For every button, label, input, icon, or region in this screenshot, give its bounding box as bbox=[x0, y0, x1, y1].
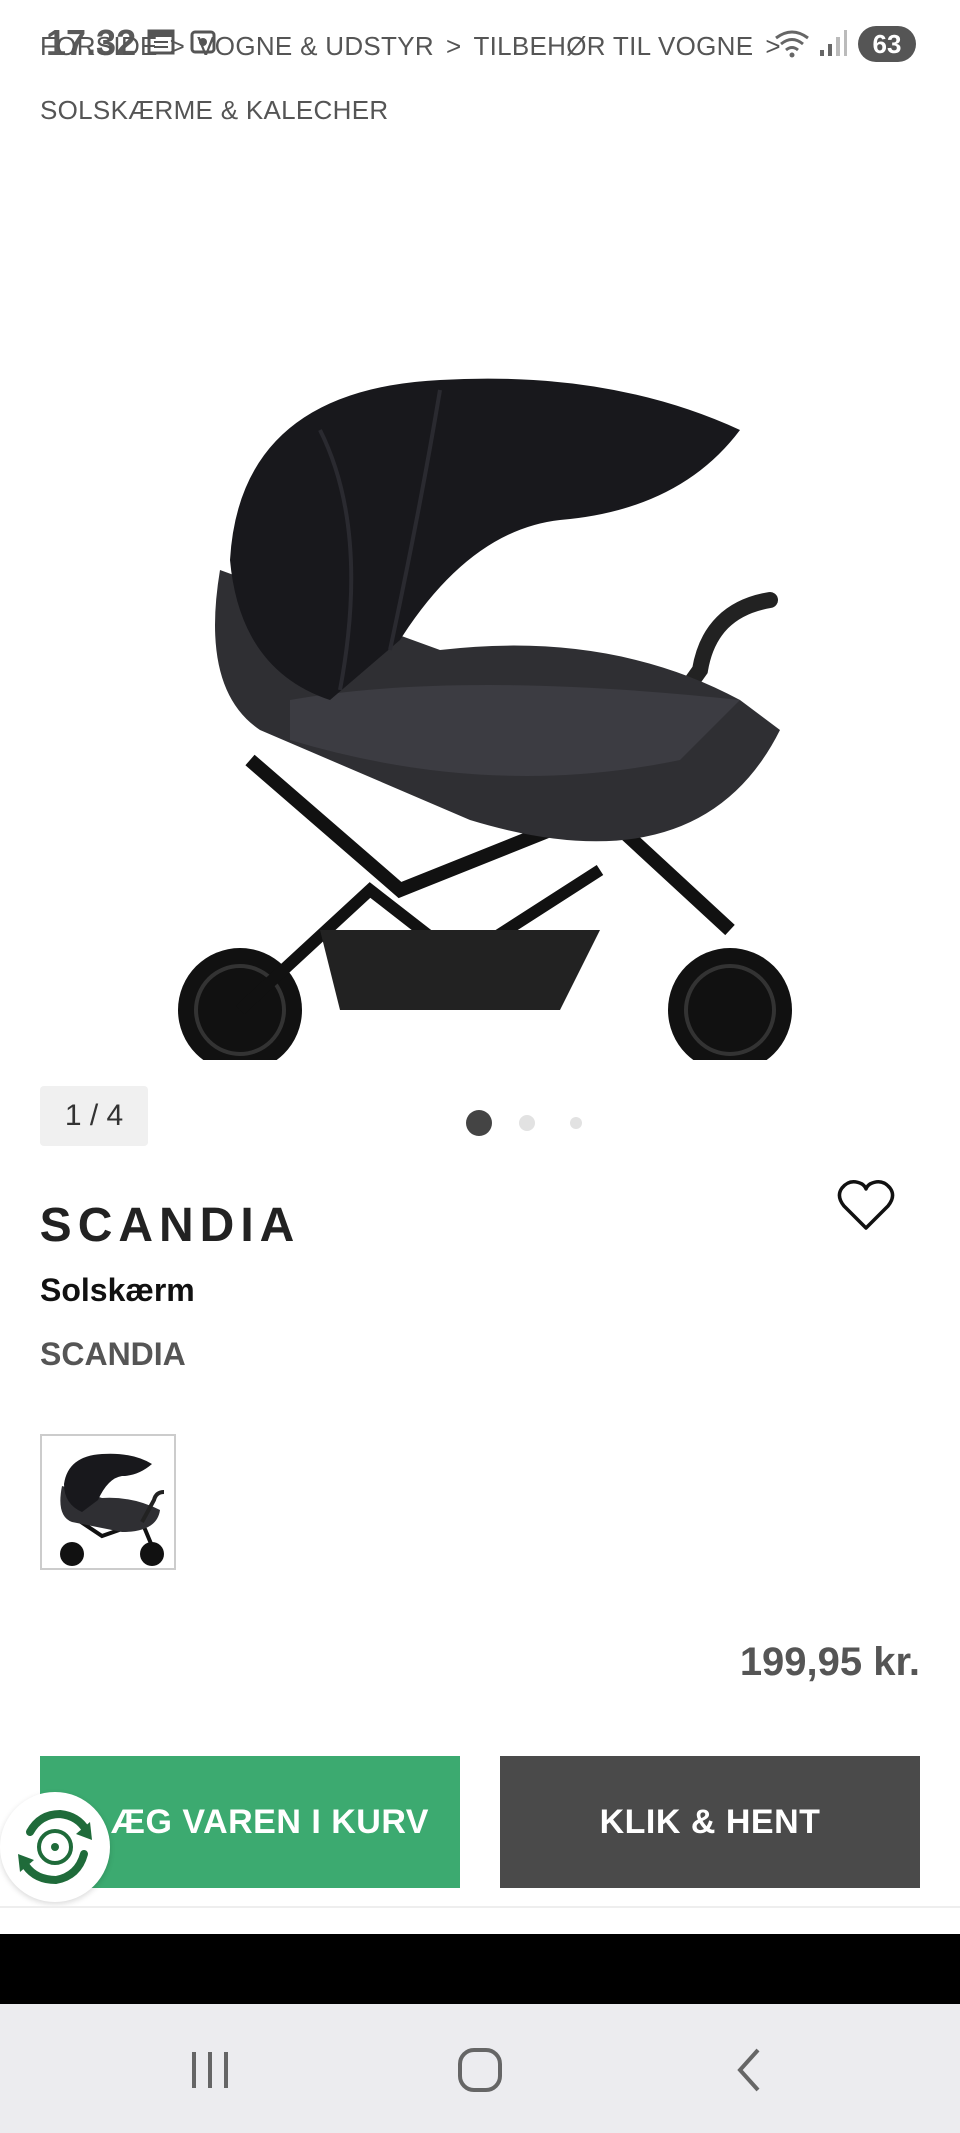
home-icon[interactable] bbox=[450, 2040, 510, 2100]
breadcrumb-current[interactable]: SOLSKÆRME & KALECHER bbox=[40, 95, 388, 125]
breadcrumb-accessories[interactable]: TILBEHØR TIL VOGNE bbox=[473, 31, 753, 61]
click-collect-button[interactable]: KLIK & HENT bbox=[500, 1756, 920, 1888]
breadcrumb-separator: > bbox=[169, 31, 186, 61]
gallery-dot[interactable] bbox=[519, 1115, 535, 1131]
recycle-icon[interactable] bbox=[0, 1792, 110, 1902]
brand-logo[interactable]: SCANDIA bbox=[40, 1180, 300, 1270]
divider bbox=[0, 1906, 960, 1908]
gallery-counter: 1 / 4 bbox=[40, 1086, 148, 1146]
back-icon[interactable] bbox=[720, 2040, 780, 2100]
breadcrumb-separator: > bbox=[445, 31, 462, 61]
heart-icon[interactable] bbox=[836, 1178, 896, 1234]
bottom-bar bbox=[0, 1934, 960, 2004]
product-image[interactable] bbox=[140, 370, 840, 1072]
breadcrumb-separator: > bbox=[765, 31, 781, 61]
gallery-dot-active[interactable] bbox=[466, 1110, 492, 1136]
product-price: 199,95 kr. bbox=[739, 1640, 920, 1684]
breadcrumb: FORSIDE > VOGNE & UDSTYR > TILBEHØR TIL VOGN… bbox=[40, 14, 920, 142]
system-nav-bar bbox=[0, 2004, 960, 2133]
breadcrumb-home[interactable]: FORSIDE bbox=[40, 31, 158, 61]
gallery-dot[interactable] bbox=[570, 1117, 582, 1129]
breadcrumb-prams[interactable]: VOGNE & UDSTYR bbox=[197, 31, 434, 61]
recents-icon[interactable] bbox=[180, 2040, 240, 2100]
product-thumbnail[interactable] bbox=[40, 1434, 176, 1570]
product-brand[interactable]: SCANDIA bbox=[40, 1336, 186, 1373]
product-title: Solskærm bbox=[40, 1272, 195, 1308]
